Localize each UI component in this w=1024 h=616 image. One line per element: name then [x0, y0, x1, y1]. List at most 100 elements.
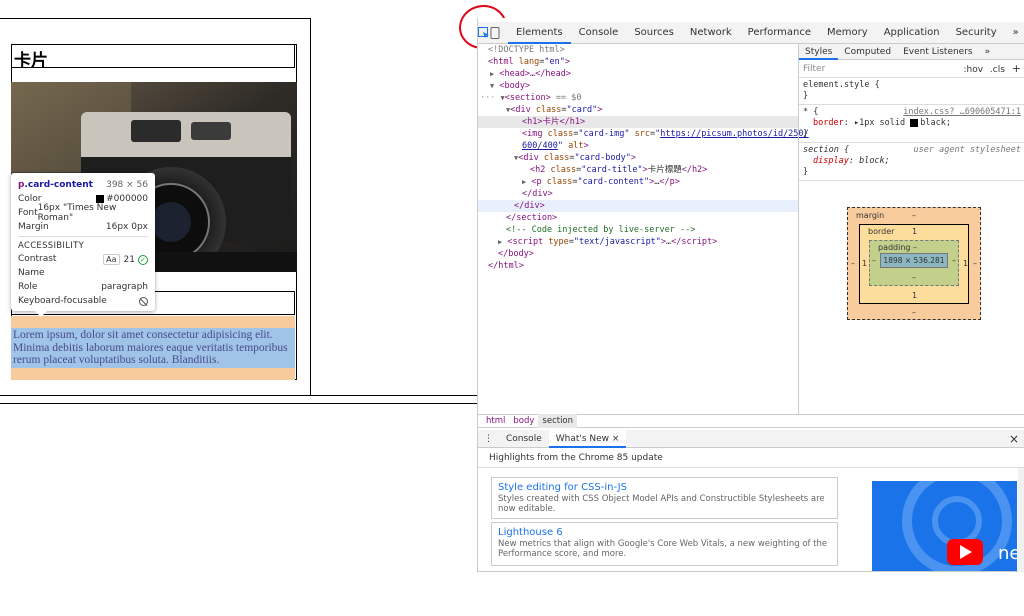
- dom-img[interactable]: <img class="card-img" src="https://picsu…: [522, 128, 809, 140]
- styles-filter-row: Filter :hov .cls +: [799, 60, 1024, 78]
- border-left-value[interactable]: 1: [862, 259, 867, 268]
- padding-right-value[interactable]: –: [952, 256, 956, 265]
- tooltip-contrast-value: Aa 21 ✓: [103, 253, 148, 265]
- tooltip-size: 398 × 56: [106, 180, 148, 190]
- breadcrumb-section[interactable]: section: [538, 414, 578, 428]
- border-bottom-value[interactable]: 1: [912, 291, 917, 300]
- border-prop[interactable]: border: [813, 118, 844, 128]
- dom-comment[interactable]: <!-- Code injected by live-server -->: [506, 224, 695, 236]
- padding-left-value[interactable]: –: [872, 256, 876, 265]
- h2-attr: class: [550, 165, 577, 175]
- tab-styles[interactable]: Styles: [799, 44, 839, 60]
- hov-toggle[interactable]: :hov: [963, 65, 983, 75]
- script-val: "text/javascript": [573, 237, 661, 247]
- expand-triangle-icon[interactable]: ▶: [490, 70, 494, 78]
- breadcrumb-body[interactable]: body: [509, 414, 538, 428]
- dom-div-card-close[interactable]: </div>: [514, 200, 545, 212]
- tooltip-margin-label: Margin: [18, 222, 49, 232]
- universal-selector[interactable]: * {: [803, 107, 818, 117]
- dom-h2[interactable]: <h2 class="card-title">卡片標題</h2>: [530, 164, 707, 176]
- padding-bottom-value[interactable]: –: [912, 273, 916, 282]
- dom-html-open[interactable]: <html lang="en">: [488, 56, 570, 68]
- h1-text: <h1>卡片</h1>: [522, 117, 586, 127]
- expand-triangle-icon[interactable]: ▶: [522, 178, 526, 186]
- tab-memory[interactable]: Memory: [819, 22, 876, 44]
- dom-div-card[interactable]: ▼<div class="card">: [506, 104, 602, 116]
- content-margin-bottom-highlight: [11, 368, 295, 380]
- devtools-panel: Elements Console Sources Network Perform…: [477, 18, 1024, 572]
- dom-body[interactable]: ▼ <body>: [490, 80, 530, 92]
- tab-elements[interactable]: Elements: [508, 22, 571, 44]
- dom-div-body[interactable]: ▼<div class="card-body">: [514, 152, 636, 164]
- dom-body-close[interactable]: </body>: [498, 248, 534, 260]
- whats-new-video-thumbnail[interactable]: ne: [872, 481, 1017, 571]
- news-desc: Styles created with CSS Object Model API…: [498, 494, 825, 514]
- tab-security[interactable]: Security: [948, 22, 1005, 44]
- collapse-triangle-icon[interactable]: ▼: [490, 82, 494, 90]
- element-style-selector[interactable]: element.style {: [803, 80, 1021, 91]
- box-model-content[interactable]: 1898 × 536.281: [880, 253, 948, 268]
- dom-div-body-close[interactable]: </div>: [522, 188, 553, 200]
- close-tab-icon[interactable]: ×: [612, 434, 620, 444]
- border-top-value[interactable]: 1: [912, 227, 917, 236]
- drawer-scrollbar[interactable]: [1018, 468, 1024, 572]
- margin-right-value[interactable]: –: [973, 259, 977, 268]
- row-menu-dots[interactable]: ···: [480, 93, 495, 103]
- news-title[interactable]: Lighthouse 6: [498, 526, 831, 539]
- margin-bottom-value[interactable]: –: [912, 308, 916, 317]
- tab-event-listeners[interactable]: Event Listeners: [897, 44, 979, 60]
- tab-console[interactable]: Console: [571, 22, 627, 44]
- inspect-element-button[interactable]: [478, 22, 490, 44]
- script-attr: type: [548, 237, 569, 247]
- tab-performance[interactable]: Performance: [740, 22, 819, 44]
- border-right-value[interactable]: 1: [963, 259, 968, 268]
- dom-head[interactable]: ▶ <head>…</head>: [490, 68, 571, 80]
- border-val-color[interactable]: black;: [920, 118, 951, 128]
- universal-source-link[interactable]: index.css? …690605471:1: [903, 107, 1021, 118]
- news-card-css-in-js[interactable]: Style editing for CSS-in-JS Styles creat…: [491, 477, 838, 519]
- img-src-link[interactable]: https://picsum.photos/id/250/: [660, 129, 808, 139]
- dom-html-close[interactable]: </html>: [488, 260, 524, 272]
- device-toolbar-button[interactable]: [490, 22, 500, 44]
- more-subtabs-button[interactable]: »: [979, 44, 997, 60]
- expand-triangle-icon[interactable]: ▶: [498, 238, 502, 246]
- img-src-link-2[interactable]: 600/400: [522, 141, 558, 151]
- news-title[interactable]: Style editing for CSS-in-JS: [498, 481, 831, 494]
- tooltip-divider: [18, 236, 148, 237]
- tab-network[interactable]: Network: [682, 22, 740, 44]
- tab-computed[interactable]: Computed: [838, 44, 897, 60]
- dom-p[interactable]: ▶ <p class="card-content">…</p>: [522, 176, 680, 188]
- margin-left-value[interactable]: –: [851, 259, 855, 268]
- tab-sources[interactable]: Sources: [626, 22, 682, 44]
- content-margin-top-highlight: [11, 316, 295, 328]
- html-close-text: </html>: [488, 261, 524, 271]
- black-swatch-icon[interactable]: [910, 118, 919, 127]
- drawer-tab-console[interactable]: Console: [499, 430, 549, 448]
- dom-img-cont[interactable]: 600/400" alt>: [522, 140, 589, 152]
- dom-section[interactable]: ··· ▼<section> == $0: [480, 92, 581, 104]
- universal-close: }: [803, 129, 809, 139]
- styles-filter-input[interactable]: Filter: [803, 64, 825, 74]
- dom-h1[interactable]: <h1>卡片</h1>: [522, 116, 585, 128]
- margin-top-value[interactable]: –: [912, 211, 916, 220]
- news-card-lighthouse[interactable]: Lighthouse 6 New metrics that align with…: [491, 522, 838, 566]
- div-attr: class: [535, 105, 562, 115]
- h2-inner-text: 卡片標題: [647, 165, 682, 175]
- dom-section-close[interactable]: </section>: [506, 212, 557, 224]
- dom-doctype[interactable]: <!DOCTYPE html>: [488, 44, 565, 56]
- drawer-tab-whats-new[interactable]: What's New ×: [548, 429, 627, 448]
- tooltip-font-label: Font: [18, 208, 38, 218]
- tab-application[interactable]: Application: [876, 22, 948, 44]
- tooltip-name-label: Name: [18, 268, 45, 278]
- new-rule-button[interactable]: +: [1012, 62, 1021, 75]
- drawer-menu-button[interactable]: ⋮: [478, 430, 499, 448]
- close-drawer-icon[interactable]: ×: [1003, 432, 1024, 446]
- more-tabs-button[interactable]: »: [1005, 22, 1024, 44]
- cls-toggle[interactable]: .cls: [990, 65, 1005, 75]
- breadcrumb-html[interactable]: html: [482, 414, 509, 428]
- img-tag: img: [527, 129, 543, 139]
- html-lang-val: "en": [544, 57, 565, 67]
- inspect-cursor-icon: [478, 26, 489, 38]
- border-val[interactable]: 1px solid: [859, 118, 905, 128]
- dom-script[interactable]: ▶ <script type="text/javascript">…</scri…: [498, 236, 717, 248]
